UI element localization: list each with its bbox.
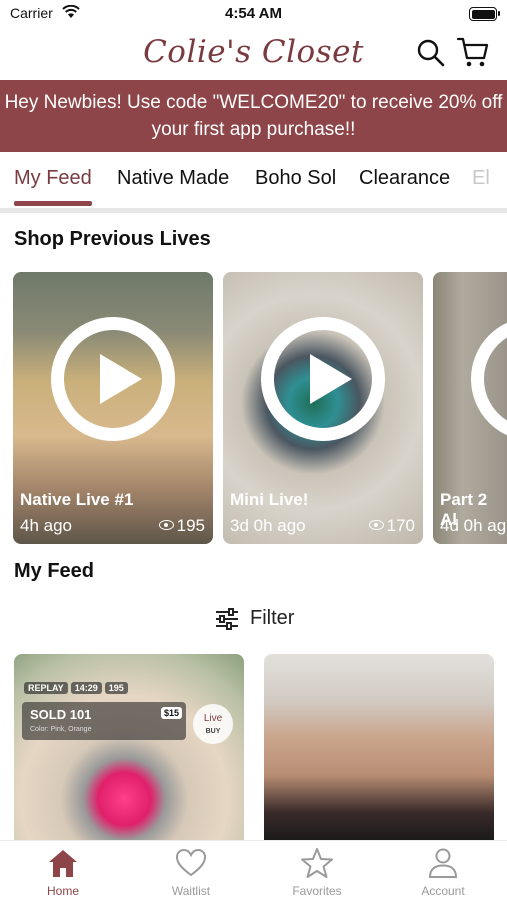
filter-label: Filter [250,607,295,629]
cart-icon[interactable] [456,36,490,68]
live-title: Native Live #1 [20,490,134,509]
search-icon[interactable] [416,38,446,68]
nav-label: Waitlist [171,884,211,898]
product-card[interactable] [264,654,494,840]
nav-favorites[interactable]: Favorites [267,847,367,898]
category-tabs: My Feed Native Made Boho Sol Clearance E… [0,152,507,208]
buy-label: BUY [205,728,221,735]
duration-badge: 14:29 [70,682,102,694]
star-icon [301,848,333,878]
bottom-nav: Home Waitlist Favorites Account [0,840,507,900]
live-buy-button[interactable]: Live BUY [193,704,233,744]
play-icon[interactable] [261,317,385,441]
live-card[interactable]: Part 2 Al 4d 0h ag [433,272,507,544]
tabs-divider [0,208,507,213]
clock: 4:54 AM [225,5,282,22]
play-icon[interactable] [51,317,175,441]
sold-title: SOLD 101 [30,707,92,722]
price-badge: $15 [160,707,182,719]
views-badge: 195 [104,682,128,694]
nav-label: Home [46,884,79,898]
tab-partial[interactable]: El [472,167,490,190]
feed-title: My Feed [14,560,95,582]
active-tab-indicator [14,201,92,206]
live-title: Mini Live! [230,490,309,509]
live-card[interactable]: Native Live #1 4h ago 195 [13,272,213,544]
live-age: 3d 0h ago [230,516,306,535]
tab-native-made[interactable]: Native Made [117,167,229,190]
replay-badge: REPLAY [24,682,68,694]
tab-my-feed[interactable]: My Feed [14,167,92,190]
tab-clearance[interactable]: Clearance [359,167,450,190]
sold-subtitle: Color: Pink, Orange [30,726,92,733]
live-card[interactable]: Mini Live! 3d 0h ago 170 [223,272,423,544]
live-label: Live [203,713,223,724]
battery-icon [469,7,500,21]
eye-icon [158,520,174,530]
live-view-count: 170 [386,516,415,535]
replay-overlay: REPLAY 14:29 195 [24,682,131,694]
nav-label: Favorites [292,884,342,898]
sold-info-box: SOLD 101 $15 Color: Pink, Orange [22,702,186,740]
person-icon [428,848,458,878]
eye-icon [368,520,384,530]
live-views: 195 [158,516,205,536]
previous-lives-title: Shop Previous Lives [14,228,211,250]
nav-account[interactable]: Account [393,847,493,898]
status-bar: Carrier 4:54 AM [0,0,507,28]
live-age: 4d 0h ag [440,516,507,535]
nav-waitlist[interactable]: Waitlist [141,847,241,898]
live-age: 4h ago [20,516,72,535]
home-icon [49,850,77,877]
product-image [264,654,494,840]
tab-boho-sol[interactable]: Boho Sol [255,167,336,190]
sliders-icon [216,608,238,630]
nav-home[interactable]: Home [13,847,113,898]
nav-label: Account [421,884,465,898]
product-card[interactable]: REPLAY 14:29 195 SOLD 101 $15 Color: Pink,… [14,654,244,840]
promo-banner[interactable]: Hey Newbies! Use code "WELCOME20" to rec… [0,80,507,152]
live-views: 170 [368,516,415,536]
live-view-count: 195 [176,516,205,535]
heart-icon [175,848,207,877]
app-header: Colie's Closet [0,28,507,80]
